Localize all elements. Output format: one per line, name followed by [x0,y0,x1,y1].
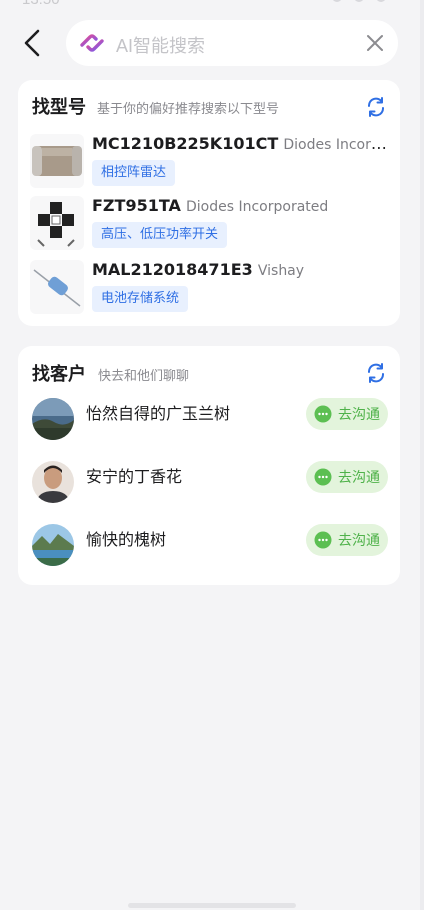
application-tag[interactable]: 高压、低压功率开关 [92,222,228,248]
portrait-avatar[interactable] [32,461,74,503]
refresh-icon[interactable] [364,95,388,119]
status-icons [332,0,392,6]
back-button[interactable] [14,22,50,64]
lake-avatar[interactable] [32,524,74,566]
chat-button[interactable]: 去沟通 [306,461,388,493]
model-row[interactable]: FZT951TA Diodes Incorporated 高压、低压功率开关 [30,196,392,258]
transistor-package-image [30,196,84,250]
ai-logo-icon [80,34,104,52]
chat-button[interactable]: 去沟通 [306,398,388,430]
manufacturer: Diodes Incorporated [186,199,329,215]
battery-icon [376,0,386,2]
model-number[interactable]: FZT951TA [92,196,181,215]
refresh-icon[interactable] [364,361,388,385]
customer-row[interactable]: 怡然自得的广玉兰树 去沟通 [32,398,388,446]
manufacturer: Diodes Incorporated [283,137,388,153]
model-number[interactable]: MC1210B225K101CT [92,134,278,153]
customer-name[interactable]: 愉快的槐树 [86,526,166,550]
customer-name[interactable]: 怡然自得的广玉兰树 [86,400,230,424]
chat-label: 去沟通 [338,407,380,423]
application-tag[interactable]: 相控阵雷达 [92,160,176,186]
customer-row[interactable]: 愉快的槐树 去沟通 [32,524,388,572]
find-customers-card: 找客户 快去和他们聊聊 怡然自得的广玉兰树 去沟通 安宁的丁香花 去沟通 愉快的… [18,346,400,585]
chat-button[interactable]: 去沟通 [306,524,388,556]
customer-row[interactable]: 安宁的丁香花 去沟通 [32,461,388,509]
manufacturer: Vishay [257,263,305,279]
close-icon[interactable] [364,32,386,54]
header: AI智能搜索 [0,18,424,70]
model-line: MAL212018471E3 Vishay [92,260,388,279]
page: 13:50 AI智能搜索 [0,0,424,910]
scrollbar[interactable] [420,0,424,910]
chat-bubble-icon [314,468,332,486]
axial-capacitor-image [30,260,84,314]
search-box[interactable]: AI智能搜索 [66,20,398,66]
capacitor-chip-image [30,134,84,188]
model-row[interactable]: MC1210B225K101CT Diodes Incorporated 相控阵… [30,134,392,196]
landscape-avatar[interactable] [32,398,74,440]
chat-label: 去沟通 [338,470,380,486]
card-subtitle: 基于你的偏好推荐搜索以下型号 [97,102,280,117]
status-time: 13:50 [22,0,60,8]
model-line: MC1210B225K101CT Diodes Incorporated [92,134,388,153]
model-line: FZT951TA Diodes Incorporated [92,196,388,215]
application-tag[interactable]: 电池存储系统 [92,286,189,312]
chat-bubble-icon [314,405,332,423]
card-subtitle: 快去和他们聊聊 [98,369,190,384]
status-bar: 13:50 [0,0,424,10]
search-placeholder[interactable]: AI智能搜索 [116,32,205,58]
back-chevron-icon [24,29,40,57]
chat-bubble-icon [314,531,332,549]
signal-icon [332,0,342,2]
wifi-icon [354,0,364,2]
model-number[interactable]: MAL212018471E3 [92,260,253,279]
card-title: 找客户 [32,364,86,385]
home-indicator[interactable] [128,903,296,908]
customer-name[interactable]: 安宁的丁香花 [86,463,182,487]
chat-label: 去沟通 [338,533,380,549]
card-title: 找型号 [32,97,86,118]
model-row[interactable]: MAL212018471E3 Vishay 电池存储系统 [30,260,392,322]
find-models-card: 找型号 基于你的偏好推荐搜索以下型号 MC1210B225K101CT Diod… [18,80,400,326]
